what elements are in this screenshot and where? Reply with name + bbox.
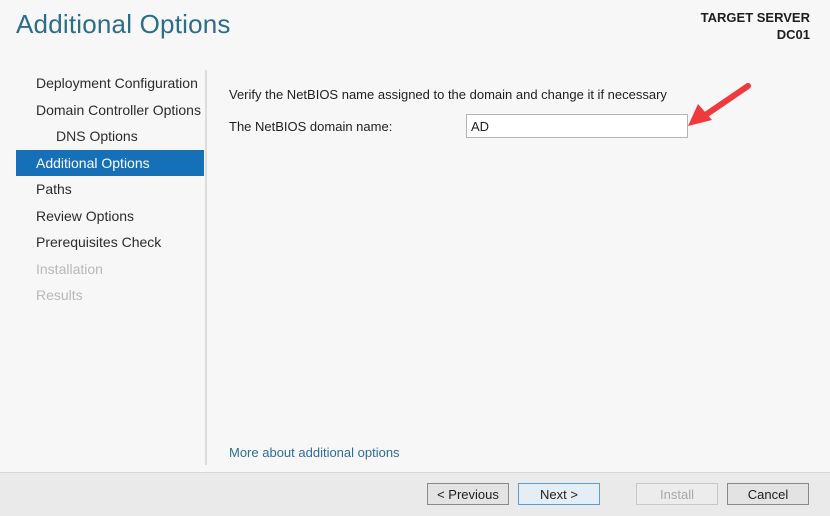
cancel-button[interactable]: Cancel (727, 483, 809, 505)
instruction-text: Verify the NetBIOS name assigned to the … (229, 87, 667, 102)
target-server: TARGET SERVER DC01 (701, 9, 810, 43)
red-arrow-annotation-icon (688, 83, 751, 126)
netbios-domain-name-input[interactable] (466, 114, 688, 138)
arrow-shaft (701, 83, 751, 119)
nav-item-additional-options[interactable]: Additional Options (16, 149, 204, 176)
nav-divider (205, 70, 207, 465)
more-about-additional-options-link[interactable]: More about additional options (229, 445, 400, 460)
netbios-label: The NetBIOS domain name: (229, 119, 393, 134)
nav-item-prerequisites-check[interactable]: Prerequisites Check (16, 229, 204, 256)
target-server-label: TARGET SERVER (700, 10, 810, 25)
nav-item-installation: Installation (36, 260, 103, 277)
page-title: Additional Options (16, 9, 231, 39)
nav-item-results: Results (36, 287, 83, 303)
nav-item-domain-controller-options[interactable]: Domain Controller Options (16, 97, 204, 124)
nav-item-paths[interactable]: Paths (16, 176, 204, 203)
wizard-steps-nav: Deployment Configuration Domain Controll… (16, 70, 204, 309)
next-button[interactable]: Next > (518, 483, 600, 505)
previous-button[interactable]: < Previous (427, 483, 509, 505)
nav-item-review-options[interactable]: Review Options (16, 203, 204, 230)
target-server-name: DC01 (776, 27, 810, 42)
nav-item-dns-options[interactable]: DNS Options (16, 123, 204, 150)
install-button: Install (636, 483, 718, 505)
nav-item-deployment-configuration[interactable]: Deployment Configuration (16, 70, 204, 97)
